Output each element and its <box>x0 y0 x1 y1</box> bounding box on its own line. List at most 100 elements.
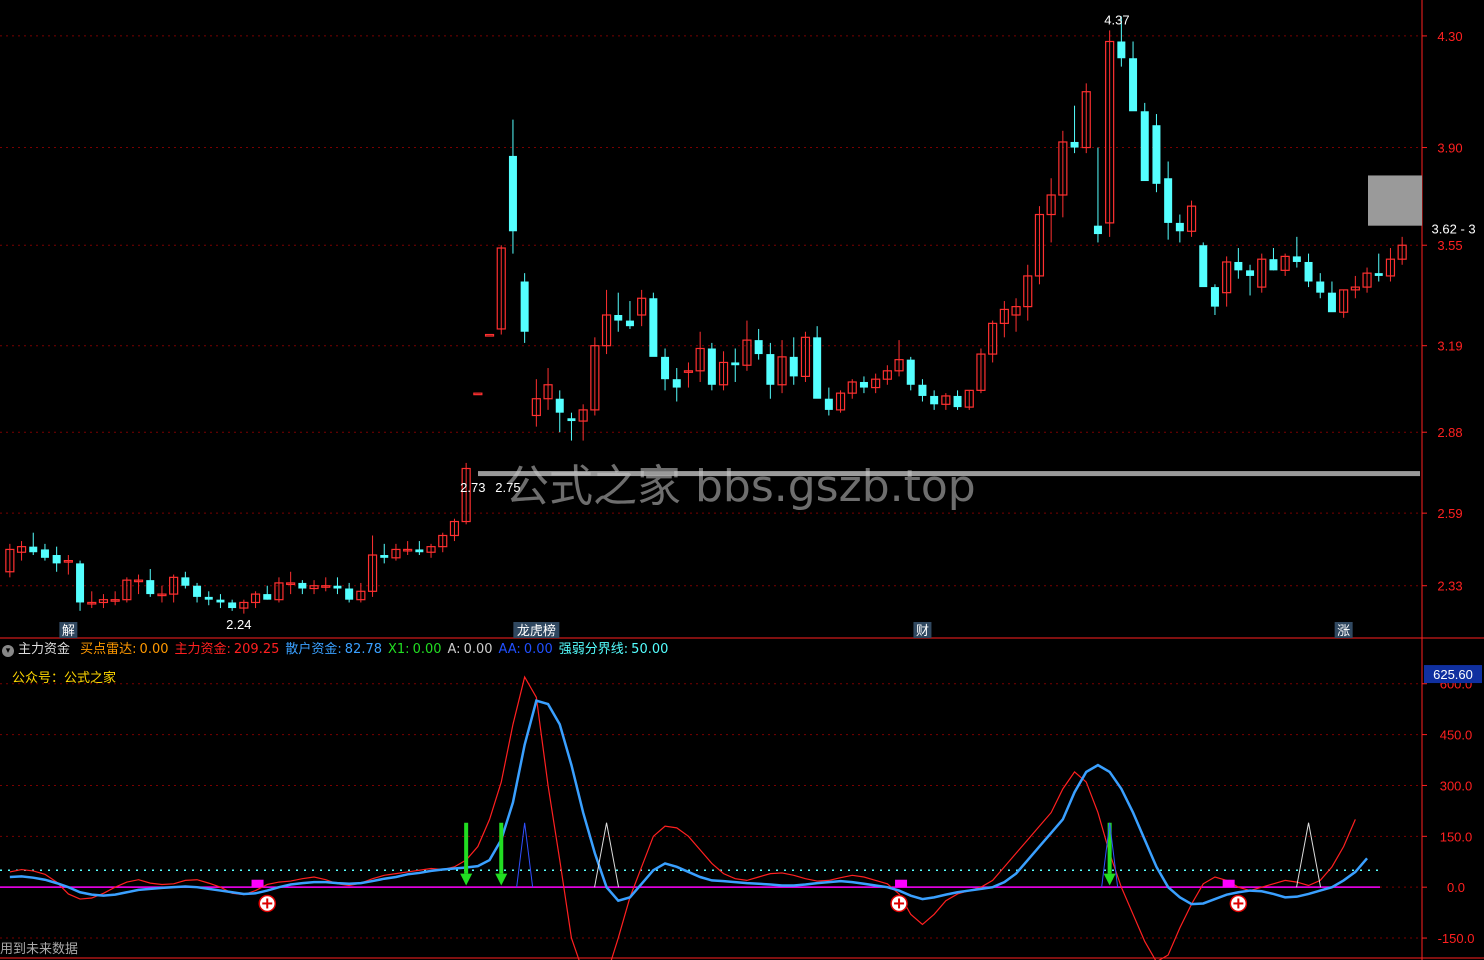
candle-body <box>567 418 576 422</box>
current-value-text: 625.60 <box>1433 667 1473 682</box>
candle-body <box>40 549 49 558</box>
price-box <box>1368 175 1422 226</box>
candle-body <box>484 333 495 337</box>
candle-body <box>29 546 38 553</box>
peak-signal <box>594 822 620 888</box>
candle-body <box>345 588 354 600</box>
candle-body <box>707 348 716 385</box>
marker-label: 龙虎榜 <box>517 623 556 639</box>
signal-arrow-icon <box>499 822 504 874</box>
tick-label: 2.88 <box>1437 425 1462 440</box>
candle-body <box>1316 281 1325 293</box>
marker-label: 财 <box>916 624 929 639</box>
header-item-value: 82.78 <box>344 642 382 657</box>
candle-body <box>1210 287 1219 307</box>
candle-body <box>754 340 763 355</box>
tick-label: -150.0 <box>1438 931 1475 946</box>
candle-body <box>216 599 225 603</box>
header-item: 散户资金: <box>285 642 342 657</box>
candle-body <box>614 315 623 321</box>
candle-body <box>1152 125 1161 184</box>
price-annotation: 2.24 <box>226 617 251 632</box>
signal-bar <box>251 879 264 888</box>
candle-body <box>766 354 775 385</box>
candle-body <box>76 563 85 603</box>
header-item-value: 0.00 <box>139 642 169 657</box>
tick-label: 4.30 <box>1437 29 1462 44</box>
signal-arrow-icon <box>460 873 473 886</box>
marker-label: 涨 <box>1337 624 1350 639</box>
peak-signal <box>1296 822 1322 888</box>
header-item-value: 0.00 <box>523 642 553 657</box>
candle-body <box>52 555 61 564</box>
tick-label: 300.0 <box>1440 778 1473 793</box>
header-item: X1: <box>388 642 410 657</box>
price-annotation: 4.37 <box>1104 12 1129 27</box>
candle-body <box>228 602 237 609</box>
candle-body <box>672 379 681 388</box>
candle-body <box>520 281 529 332</box>
series-line <box>9 699 1368 906</box>
header-item: 买点雷达: <box>80 642 137 657</box>
tick-label: 3.19 <box>1437 339 1462 354</box>
candle-body <box>263 594 272 600</box>
candle-body <box>1175 222 1184 232</box>
candle-body <box>1199 245 1208 288</box>
header-item: A: <box>447 642 461 657</box>
candle-body <box>1304 261 1313 282</box>
candle-body <box>181 577 190 586</box>
tick-label: 3.90 <box>1437 141 1462 156</box>
indicator-name[interactable]: 主力资金 <box>18 642 70 657</box>
candle-body <box>1269 259 1278 271</box>
candle-body <box>789 356 798 377</box>
signal-arrow-icon <box>495 873 508 886</box>
header-item-value: 209.25 <box>233 642 280 657</box>
candlestick-series <box>5 16 1422 614</box>
candle-body <box>953 395 962 408</box>
candle-body <box>1129 58 1138 112</box>
candle-body <box>930 395 939 405</box>
indicator-subtitle: 公众号：公式之家 <box>12 671 117 686</box>
candle-body <box>731 362 740 366</box>
candle-body <box>918 384 927 396</box>
candle-body <box>380 555 389 558</box>
peak-signal <box>516 822 534 888</box>
price-annotation: 3.62 - 3 <box>1432 222 1476 237</box>
candle-body <box>661 356 670 380</box>
candle-body <box>1093 225 1102 235</box>
candle-body <box>193 585 202 597</box>
tick-label: 2.33 <box>1437 579 1462 594</box>
marker-label: 解 <box>62 624 75 639</box>
tick-label: 2.59 <box>1437 506 1462 521</box>
candle-body <box>906 359 915 385</box>
candle-body <box>555 398 564 413</box>
annotations: 4.373.62 - 32.73 2.752.24解 龙虎榜财涨 <box>59 12 1476 639</box>
indicator-header: ▾ 主力资金 买点雷达: 0.00 主力资金: 209.25 散户资金: 82.78 X1: 0… <box>0 640 674 660</box>
candle-body <box>415 549 424 553</box>
footer-note: 用到未来数据 <box>0 942 79 957</box>
candle-body <box>1140 111 1149 182</box>
candle-body <box>1246 270 1255 276</box>
candle-body <box>1234 261 1243 271</box>
header-item-value: 0.00 <box>412 642 442 657</box>
candle-body <box>859 381 868 388</box>
watermark: 公式之家 bbs.gszb.top <box>505 461 976 512</box>
tick-label: 150.0 <box>1440 829 1473 844</box>
signal-arrow-icon <box>464 822 469 874</box>
candle-body <box>824 398 833 410</box>
signal-bar <box>895 879 908 888</box>
chevron-circle-icon[interactable]: ▾ <box>2 645 14 657</box>
header-item: 主力资金: <box>174 642 231 657</box>
candle-body <box>1070 141 1079 148</box>
tick-label: 0.0 <box>1447 880 1465 895</box>
signal-arrow-icon <box>1103 873 1116 886</box>
candle-body <box>813 337 822 399</box>
price-annotation: 2.73 <box>460 480 485 495</box>
header-item-value: 50.00 <box>631 642 669 657</box>
candle-body <box>508 155 517 232</box>
candle-body <box>146 580 155 595</box>
tick-label: 3.55 <box>1437 238 1462 253</box>
header-item: 强弱分界线: <box>558 642 629 657</box>
fund-flow-series <box>0 675 1380 960</box>
candle-body <box>625 320 634 327</box>
